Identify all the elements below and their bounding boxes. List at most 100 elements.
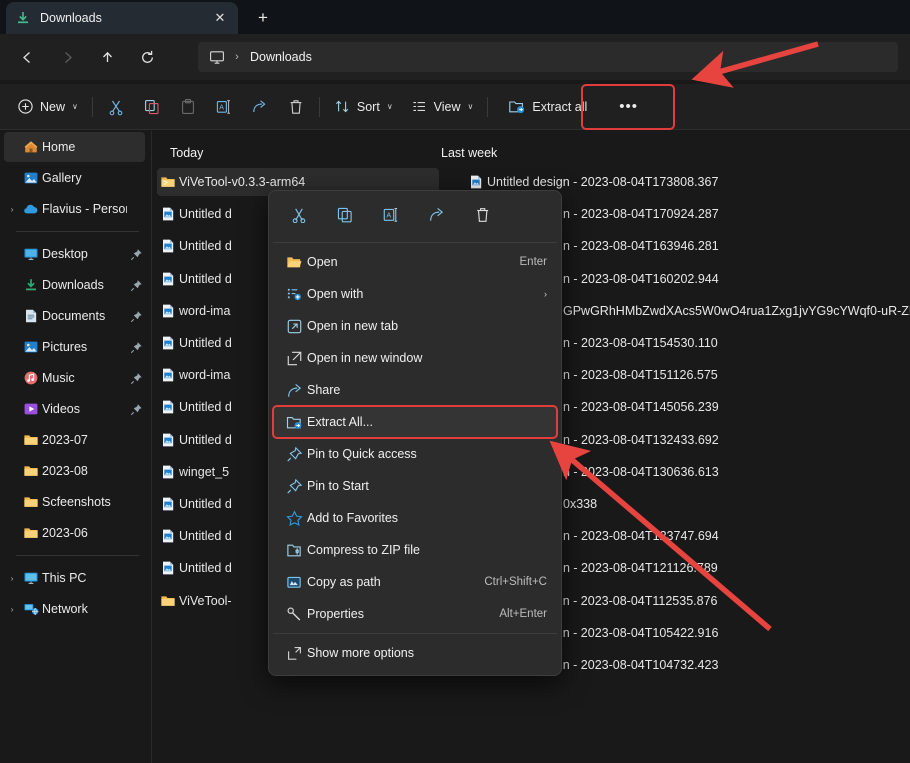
context-menu-item-properties[interactable]: PropertiesAlt+Enter (273, 598, 557, 630)
up-button[interactable] (90, 41, 124, 73)
chevron-right-icon[interactable]: › (4, 204, 20, 214)
chevron-right-icon[interactable]: › (4, 604, 20, 614)
sidebar-item-desktop[interactable]: Desktop (4, 239, 145, 269)
sidebar-item-music[interactable]: Music (4, 363, 145, 393)
context-menu-item-label: Copy as path (307, 575, 484, 589)
file-list-item[interactable]: n - 2023-08-04T170924.287 (563, 200, 719, 228)
context-menu-cut-button[interactable] (275, 200, 321, 234)
sidebar-item-flavius-personal[interactable]: ›Flavius - Personal (4, 194, 145, 224)
sidebar-item-gallery[interactable]: Gallery (4, 163, 145, 193)
file-list-item[interactable]: n - 2023-08-04T151126.575 (563, 361, 718, 389)
delete-button[interactable] (278, 91, 314, 123)
context-menu-delete-button[interactable] (459, 200, 505, 234)
tab-downloads[interactable]: Downloads ✕ (6, 2, 238, 34)
file-list-item[interactable]: n - 2023-08-04T160202.944 (563, 265, 719, 293)
file-name: n - 2023-08-04T154530.110 (563, 336, 718, 350)
sidebar-item-label: Pictures (42, 340, 127, 354)
file-list-item[interactable]: GPwGRhHMbZwdXAcs5W0wO4rua1Zxg1jvYG9cYWqf… (563, 297, 910, 325)
sidebar-item-2023-07[interactable]: 2023-07 (4, 425, 145, 455)
cut-button[interactable] (98, 91, 134, 123)
command-bar: New ∨ (0, 84, 910, 130)
sidebar-item-pictures[interactable]: Pictures (4, 332, 145, 362)
pin-icon (127, 310, 145, 323)
sidebar-item-label: Documents (42, 309, 127, 323)
file-list-item[interactable]: n - 2023-08-04T130636.613 (563, 458, 719, 486)
chevron-down-icon: ∨ (72, 102, 78, 111)
context-menu-item-extract-all[interactable]: Extract All... (273, 406, 557, 438)
context-menu-item-open-in-new-tab[interactable]: Open in new tab (273, 310, 557, 342)
context-menu-item-label: Pin to Start (307, 479, 557, 493)
sidebar-item-home[interactable]: Home (4, 132, 145, 162)
file-list-item[interactable]: n - 2023-08-04T132433.692 (563, 426, 719, 454)
new-button[interactable]: New ∨ (8, 91, 87, 123)
image-file-icon (157, 496, 179, 512)
sidebar-item-videos[interactable]: Videos (4, 394, 145, 424)
keyboard-shortcut: Enter (520, 256, 558, 268)
cut-icon (290, 206, 307, 228)
sidebar-item-documents[interactable]: Documents (4, 301, 145, 331)
sidebar-item-downloads[interactable]: Downloads (4, 270, 145, 300)
sort-button[interactable]: Sort ∨ (325, 91, 402, 123)
sidebar[interactable]: HomeGallery›Flavius - Personal DesktopDo… (0, 131, 152, 763)
rename-button[interactable]: A (206, 91, 242, 123)
breadcrumb-current[interactable]: Downloads (250, 50, 312, 64)
divider (92, 97, 93, 117)
file-list-item[interactable]: 0x338 (563, 490, 597, 518)
context-menu-item-open[interactable]: OpenEnter (273, 246, 557, 278)
context-menu-item-share[interactable]: Share (273, 374, 557, 406)
context-menu-share-button[interactable] (413, 200, 459, 234)
chevron-right-icon[interactable]: › (4, 573, 20, 583)
back-button[interactable] (10, 41, 44, 73)
view-icon (411, 98, 428, 115)
context-menu-item-copy-as-path[interactable]: Copy as pathCtrl+Shift+C (273, 566, 557, 598)
group-header-today: Today (170, 146, 203, 160)
chevron-down-icon: ∨ (387, 102, 393, 111)
image-file-icon (157, 399, 179, 415)
sidebar-item-scfeenshots[interactable]: Scfeenshots (4, 487, 145, 517)
sidebar-item-network[interactable]: ›Network (4, 594, 145, 624)
context-menu-item-compress-to-zip-file[interactable]: Compress to ZIP file (273, 534, 557, 566)
keyboard-shortcut: Alt+Enter (499, 608, 557, 620)
sidebar-item-label: Gallery (42, 171, 127, 185)
chevron-down-icon: ∨ (468, 102, 474, 111)
paste-button[interactable] (170, 91, 206, 123)
context-menu-item-pin-to-start[interactable]: Pin to Start (273, 470, 557, 502)
sort-icon (334, 98, 351, 115)
file-list-item[interactable]: n - 2023-08-04T154530.110 (563, 329, 718, 357)
more-options-button[interactable]: ••• (610, 91, 647, 123)
image-file-icon (157, 367, 179, 383)
sidebar-item-label: 2023-08 (42, 464, 127, 478)
context-menu-item-show-more-options[interactable]: Show more options (273, 637, 557, 669)
view-button[interactable]: View ∨ (402, 91, 483, 123)
address-bar[interactable]: › Downloads (198, 42, 898, 72)
pin-icon (281, 478, 307, 495)
context-menu-item-open-with[interactable]: Open with› (273, 278, 557, 310)
file-name: n - 2023-08-04T123747.694 (563, 529, 719, 543)
gallery-icon (20, 170, 42, 186)
context-menu-item-open-in-new-window[interactable]: Open in new window (273, 342, 557, 374)
show-more-icon (281, 645, 307, 662)
folder-icon (20, 463, 42, 479)
file-list-item[interactable]: n - 2023-08-04T121126.789 (563, 554, 718, 582)
file-list-item[interactable]: n - 2023-08-04T163946.281 (563, 232, 719, 260)
sidebar-item-this-pc[interactable]: ›This PC (4, 563, 145, 593)
context-menu-item-add-to-favorites[interactable]: Add to Favorites (273, 502, 557, 534)
this-pc-icon[interactable] (206, 47, 228, 67)
new-tab-button[interactable]: + (250, 6, 276, 30)
sidebar-item-2023-08[interactable]: 2023-08 (4, 456, 145, 486)
refresh-button[interactable] (130, 41, 164, 73)
context-menu-item-pin-to-quick-access[interactable]: Pin to Quick access (273, 438, 557, 470)
file-list-item[interactable]: n - 2023-08-04T145056.239 (563, 393, 719, 421)
share-icon (428, 206, 445, 228)
context-menu-item-label: Compress to ZIP file (307, 543, 557, 557)
context-menu-item-label: Open with (307, 287, 544, 301)
copy-button[interactable] (134, 91, 170, 123)
extract-all-button[interactable]: Extract all (499, 91, 596, 123)
share-button[interactable] (242, 91, 278, 123)
file-list-item[interactable]: n - 2023-08-04T123747.694 (563, 522, 719, 550)
sidebar-item-2023-06[interactable]: 2023-06 (4, 518, 145, 548)
context-menu-rename-button[interactable]: A (367, 200, 413, 234)
close-icon[interactable]: ✕ (210, 8, 230, 28)
context-menu-copy-button[interactable] (321, 200, 367, 234)
context-menu[interactable]: A OpenEnterOpen with›Open in new tabOpen… (268, 190, 562, 676)
